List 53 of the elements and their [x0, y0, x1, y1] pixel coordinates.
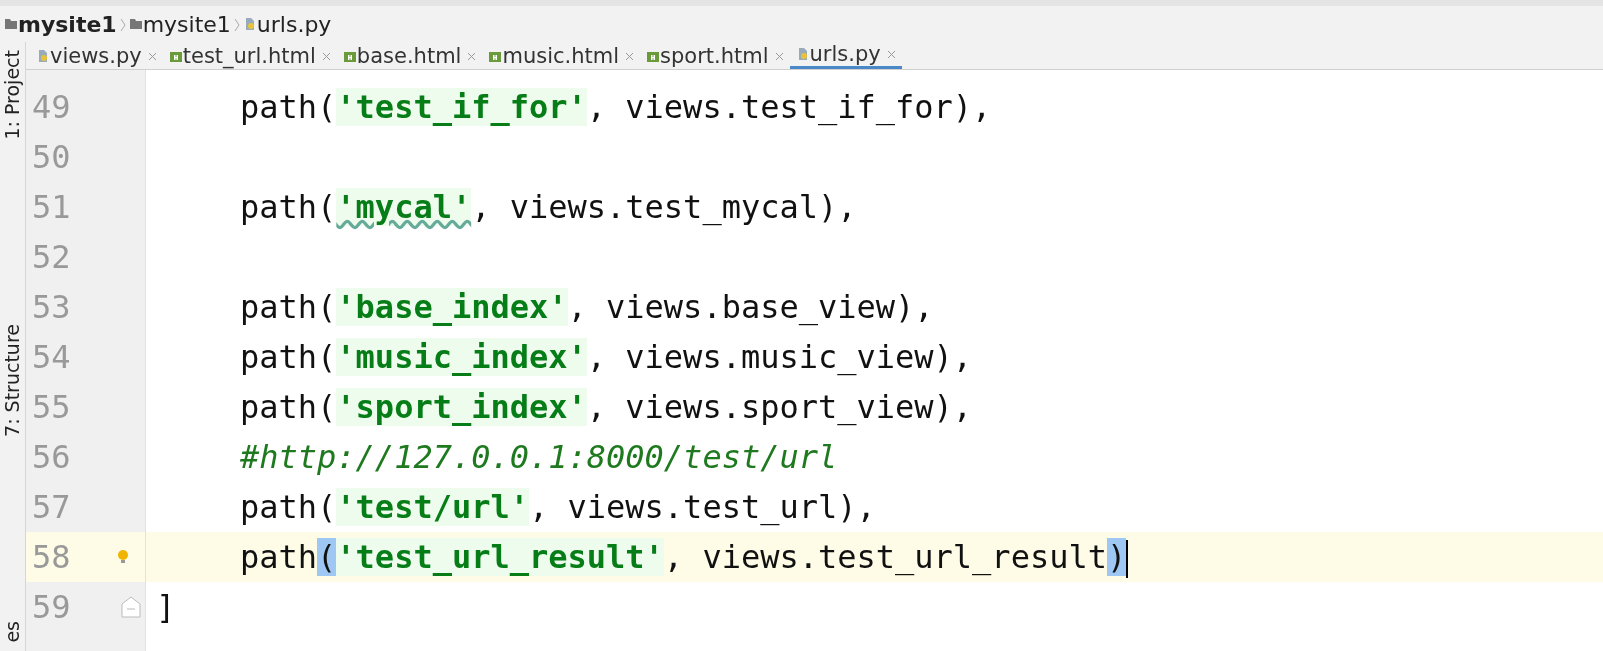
string-literal: 'test_if_for'	[336, 88, 587, 126]
code-text: , views.base_view),	[567, 288, 934, 326]
tool-window-tab[interactable]: es	[0, 621, 27, 643]
line-number: 55	[32, 387, 71, 428]
string-literal: 'mycal'	[336, 188, 472, 226]
line-number: 56	[32, 437, 71, 478]
code-text: path	[240, 538, 318, 576]
code-text: path(	[240, 388, 337, 426]
code-text: , views.test_mycal),	[471, 188, 857, 226]
matched-bracket: (	[317, 538, 337, 576]
string-literal: 'test/url'	[336, 488, 529, 526]
python-file-icon	[36, 48, 50, 63]
folder-icon	[4, 18, 18, 30]
code-text: path(	[240, 488, 337, 526]
folder-icon	[128, 18, 143, 30]
string-literal: 'sport_index'	[336, 388, 587, 426]
line-number: 54	[32, 337, 71, 378]
code-text: path(	[240, 288, 337, 326]
line-number: 52	[32, 237, 71, 278]
string-literal: 'base_index'	[336, 288, 568, 326]
line-number: 57	[32, 487, 71, 528]
lightbulb-icon[interactable]	[117, 549, 129, 565]
editor-tab[interactable]: views.py	[30, 42, 163, 69]
code-text: path(	[240, 338, 337, 376]
editor-tab[interactable]: urls.py	[789, 42, 902, 69]
string-literal: 'music_index'	[336, 338, 587, 376]
tool-window-tab[interactable]: 7: Structure	[0, 324, 27, 437]
code-text: , views.test_url_result	[663, 538, 1107, 576]
text-cursor	[1126, 540, 1129, 578]
editor-tab[interactable]: base.html	[336, 42, 483, 69]
line-number: 50	[32, 137, 71, 178]
breadcrumb-item[interactable]: mysite1	[18, 7, 117, 41]
editor-tab[interactable]: test_url.html	[162, 42, 337, 69]
code-text: path(	[240, 88, 337, 126]
line-number: 51	[32, 187, 71, 228]
editor-tab[interactable]: sport.html	[640, 42, 790, 69]
code-text: , views.test_url),	[529, 488, 876, 526]
breadcrumb-item[interactable]: urls.py	[256, 7, 332, 41]
code-text: , views.sport_view),	[586, 388, 973, 426]
tool-window-tab[interactable]: 1: Project	[0, 50, 27, 140]
breadcrumb-item[interactable]: mysite1	[142, 7, 231, 41]
string-literal: 'test_url_result'	[336, 538, 664, 576]
line-number: 53	[32, 287, 71, 328]
code-text: , views.music_view),	[586, 338, 973, 376]
code-comment: #http://127.0.0.1:8000/test/url	[240, 438, 838, 476]
fold-icon[interactable]	[121, 596, 141, 618]
code-text: path(	[240, 188, 337, 226]
line-number: 59	[32, 587, 71, 628]
line-number: 49	[32, 87, 71, 128]
editor-tab[interactable]: music.html	[482, 42, 641, 69]
code-text: ]	[156, 588, 176, 626]
matched-bracket: )	[1106, 538, 1127, 576]
code-text: , views.test_if_for),	[586, 88, 992, 126]
